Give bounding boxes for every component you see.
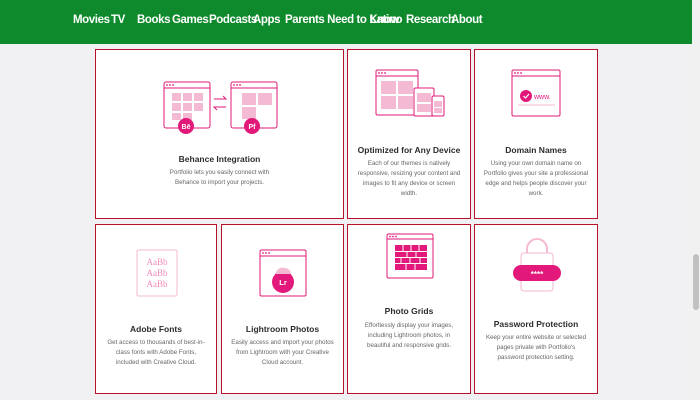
feature-title: Password Protection bbox=[493, 319, 579, 329]
feature-title: Photo Grids bbox=[384, 306, 434, 316]
domain-url-text: www. bbox=[533, 94, 551, 101]
nav-item-research[interactable]: Research bbox=[406, 14, 455, 26]
feature-title: Behance Integration bbox=[178, 154, 261, 164]
feature-description: Get access to thousands of best-in-class… bbox=[107, 339, 205, 366]
font-sample-line: AaBb bbox=[147, 279, 168, 289]
feature-description: Effortlessly display your images, includ… bbox=[364, 322, 454, 349]
lightroom-badge-label: Lr bbox=[279, 278, 287, 287]
feature-card-lightroom: Lr Lightroom Photos Easily access and im… bbox=[221, 224, 344, 394]
feature-card-fonts: AaBb AaBb AaBb Adobe Fonts Get access to… bbox=[95, 224, 217, 394]
font-sample-line: AaBb bbox=[147, 257, 168, 267]
top-nav-bar: Movies TV Books Games Podcasts Apps Pare… bbox=[0, 0, 692, 44]
feature-description: Using your own domain name on Portfolio … bbox=[483, 160, 589, 197]
feature-card-domain: www. Domain Names Using your own domain … bbox=[474, 49, 598, 219]
nav-item-podcasts[interactable]: Podcasts bbox=[209, 14, 257, 26]
portfolio-badge-label: Pf bbox=[249, 124, 257, 131]
feature-description: Portfolio lets you easily connect with B… bbox=[169, 169, 270, 186]
feature-title: Domain Names bbox=[505, 145, 567, 155]
scrollbar-thumb[interactable] bbox=[693, 254, 699, 310]
password-lock-icon: **** bbox=[513, 238, 561, 292]
nav-item-tv[interactable]: TV bbox=[111, 14, 125, 26]
nav-item-movies[interactable]: Movies bbox=[73, 14, 110, 26]
feature-title: Optimized for Any Device bbox=[357, 145, 461, 155]
behance-badge-label: Bē bbox=[182, 124, 191, 131]
nav-item-latino[interactable]: Latino bbox=[370, 14, 403, 26]
nav-item-books[interactable]: Books bbox=[137, 14, 171, 26]
nav-item-games[interactable]: Games bbox=[172, 14, 209, 26]
feature-description: Keep your entire website or selected pag… bbox=[485, 334, 587, 361]
font-sample-line: AaBb bbox=[147, 268, 168, 278]
nav-item-apps[interactable]: Apps bbox=[253, 14, 281, 26]
feature-card-behance: Bē Pf Behance Integration Portfolio lets… bbox=[95, 49, 344, 219]
feature-description: Easily access and import your photos fro… bbox=[231, 339, 334, 366]
fonts-sample-icon: AaBb AaBb AaBb bbox=[136, 249, 178, 297]
lightroom-icon: Lr bbox=[259, 249, 307, 297]
feature-title: Adobe Fonts bbox=[130, 324, 182, 334]
feature-description: Each of our themes is natively responsiv… bbox=[357, 160, 461, 197]
feature-card-device: Optimized for Any Device Each of our the… bbox=[347, 49, 471, 219]
feature-title: Lightroom Photos bbox=[245, 324, 320, 334]
nav-item-about[interactable]: About bbox=[451, 14, 483, 26]
behance-transfer-icon: Bē Pf bbox=[163, 81, 278, 134]
feature-card-grids: Photo Grids Effortlessly display your im… bbox=[347, 224, 471, 394]
password-mask-text: **** bbox=[531, 270, 544, 279]
feature-card-password: **** Password Protection Keep your entir… bbox=[474, 224, 598, 394]
page-scrollbar[interactable] bbox=[692, 0, 700, 400]
